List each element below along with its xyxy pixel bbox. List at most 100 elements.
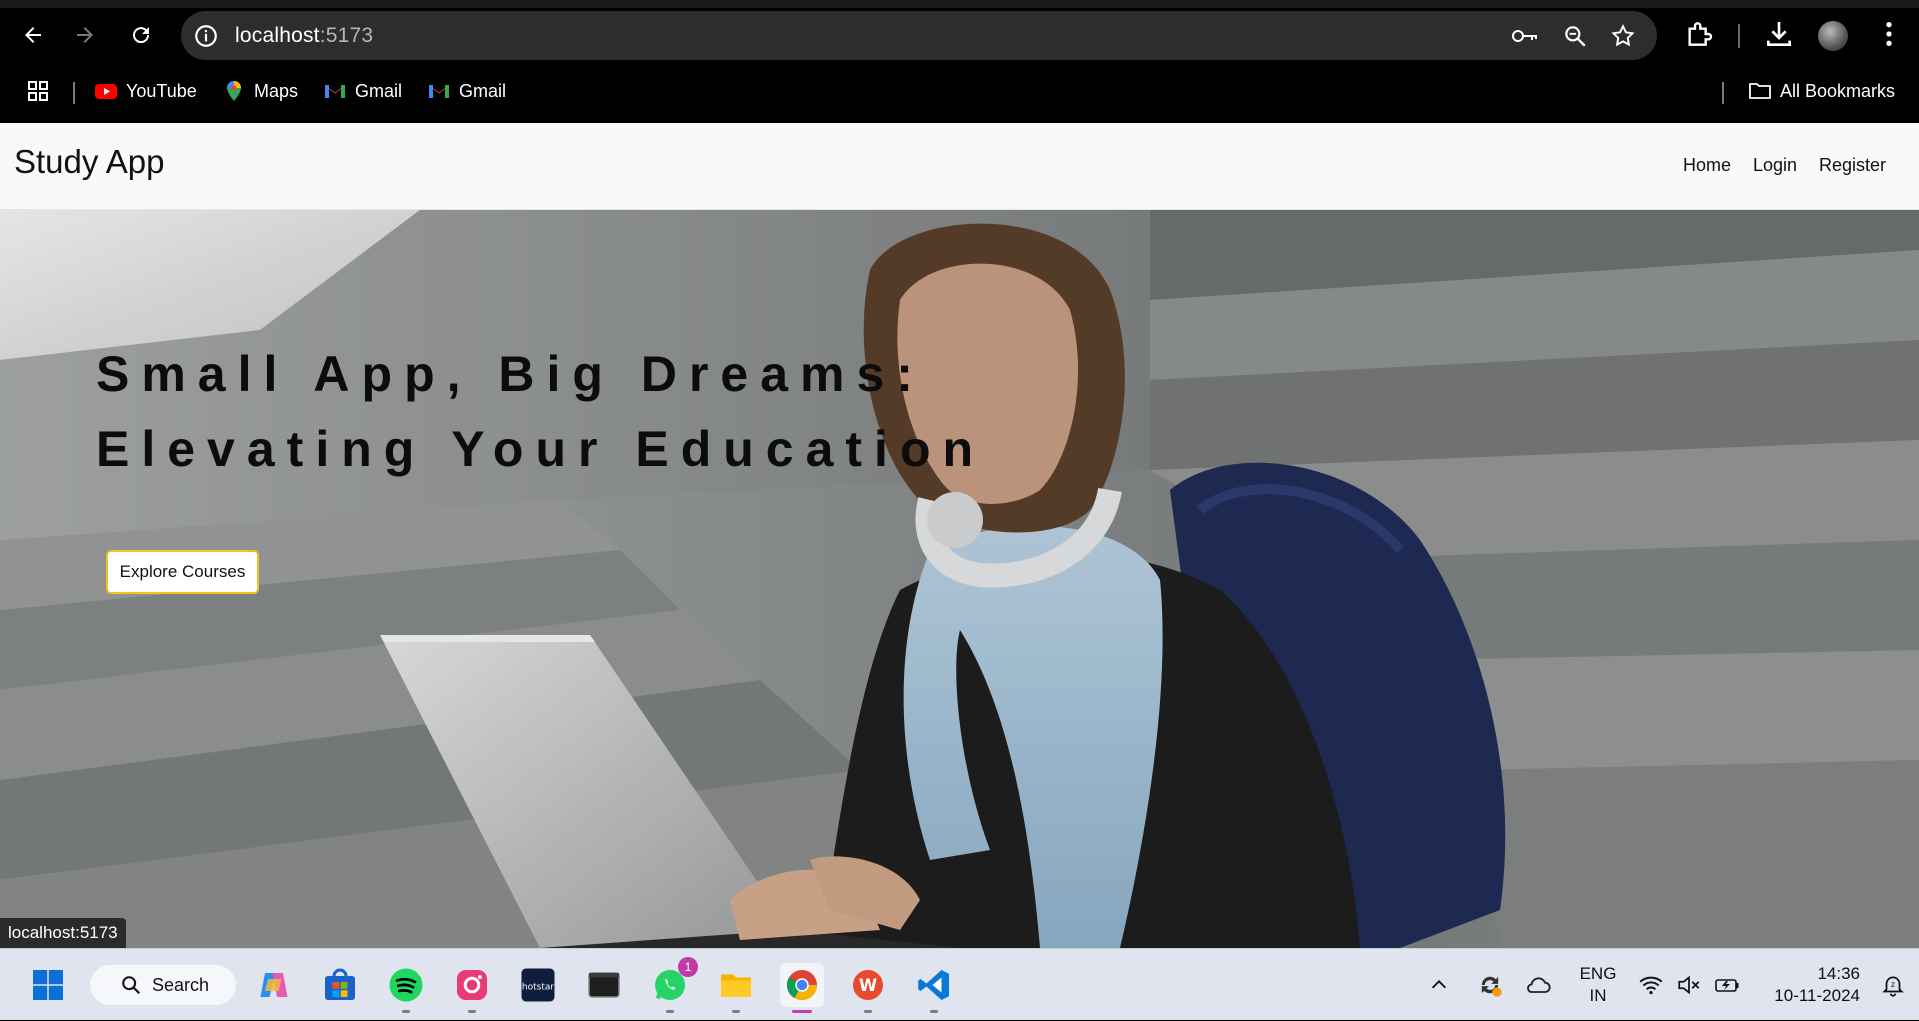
nav-login-link[interactable]: Login (1753, 155, 1797, 176)
search-icon (122, 976, 141, 995)
profile-avatar[interactable] (1818, 21, 1848, 51)
folder-icon (721, 974, 751, 997)
bookmark-label: YouTube (126, 80, 197, 101)
taskbar-chrome[interactable] (780, 963, 824, 1013)
hotstar-icon: hotstar (521, 968, 555, 1002)
svg-text:hotstar: hotstar (522, 983, 554, 993)
kebab-menu-icon[interactable] (1873, 18, 1905, 50)
folder-icon (1749, 83, 1771, 99)
running-indicator (792, 1010, 812, 1013)
gmail-icon (325, 85, 345, 98)
search-label: Search (152, 974, 210, 995)
web-page: Study App Home Login Register Small App,… (0, 123, 1919, 948)
running-indicator (732, 1010, 740, 1013)
zoom-icon[interactable] (1561, 23, 1589, 49)
youtube-icon (95, 84, 117, 99)
bookmark-star-icon[interactable] (1609, 23, 1637, 49)
clock[interactable]: 14:36 10-11-2024 (1760, 949, 1860, 1021)
start-button[interactable] (26, 963, 70, 1007)
bookmark-label: Gmail (459, 80, 507, 101)
arrow-right-icon (77, 27, 93, 43)
bookmark-gmail-1[interactable]: Gmail (323, 72, 402, 110)
bookmarks-bar: YouTube Maps Gmail Gmail All Bookmarks (0, 72, 1919, 110)
site-info-icon[interactable] (193, 23, 219, 49)
taskbar-hotstar[interactable]: hotstar (516, 963, 560, 1007)
notification-badge: 1 (678, 957, 698, 977)
taskbar-spotify[interactable] (384, 963, 428, 1013)
taskbar-store[interactable] (318, 963, 362, 1007)
address-bar[interactable]: localhost:5173 (181, 11, 1657, 60)
taskbar-wps-office[interactable]: W (846, 963, 890, 1013)
brand-logo[interactable]: Study App (14, 143, 164, 181)
chrome-icon (786, 970, 818, 1001)
url-text: localhost:5173 (235, 24, 374, 47)
back-button[interactable] (14, 16, 52, 54)
all-bookmarks-button[interactable]: All Bookmarks (1748, 72, 1895, 110)
taskbar-vscode[interactable] (912, 963, 956, 1013)
taskbar-search[interactable]: Search (90, 965, 236, 1005)
bookmarks-divider (1722, 82, 1724, 104)
arrow-left-icon (25, 27, 41, 43)
chevron-up-icon (1431, 980, 1447, 989)
sync-icon (1481, 976, 1502, 997)
download-icon[interactable] (1763, 18, 1795, 50)
hero-section: Small App, Big Dreams: Elevating Your Ed… (0, 210, 1919, 948)
tray-overflow-button[interactable] (1428, 949, 1450, 1021)
forward-button[interactable] (66, 16, 104, 54)
tray-onedrive[interactable] (1524, 949, 1552, 1021)
region-label: IN (1589, 986, 1607, 1005)
gmail-icon (429, 85, 449, 98)
running-indicator (930, 1010, 938, 1013)
svg-text:W: W (859, 976, 877, 995)
reload-button[interactable] (122, 16, 160, 54)
svg-text:z: z (1891, 980, 1895, 989)
language-indicator[interactable]: ENG IN (1578, 949, 1618, 1021)
notification-bell-icon: z (1882, 976, 1904, 997)
bookmark-gmail-2[interactable]: Gmail (427, 72, 506, 110)
bookmark-label: Maps (254, 80, 299, 101)
running-indicator (468, 1010, 476, 1013)
clock-date: 10-11-2024 (1774, 986, 1860, 1005)
terminal-icon (588, 972, 620, 998)
taskbar-whatsapp[interactable]: 1 (648, 957, 698, 1013)
toolbar-divider (1738, 24, 1740, 48)
bookmarks-divider (73, 82, 75, 104)
reload-icon (133, 27, 150, 44)
notification-center-button[interactable]: z (1880, 949, 1906, 1021)
apps-grid-icon (28, 81, 48, 101)
site-navbar: Study App Home Login Register (0, 123, 1919, 210)
apps-grid-button[interactable] (26, 72, 50, 110)
clock-time: 14:36 (1817, 964, 1860, 983)
language-label: ENG (1579, 964, 1617, 983)
extensions-icon[interactable] (1683, 18, 1715, 50)
explore-courses-button[interactable]: Explore Courses (106, 550, 259, 594)
hero-background-photo (0, 210, 1919, 948)
store-icon (325, 968, 355, 1000)
browser-chrome: localhost:5173 YouTube Maps Gmail Gmail (0, 0, 1919, 123)
taskbar-instagram[interactable] (450, 963, 494, 1013)
copilot-icon (260, 973, 288, 997)
tab-strip (0, 0, 1919, 8)
spotify-icon (389, 968, 423, 1002)
wps-office-icon: W (853, 970, 883, 1000)
bookmark-label: Gmail (355, 80, 403, 101)
windows-taskbar: Search hotstar 1 W ENG IN 14:36 10-11-20… (0, 948, 1919, 1020)
tray-sync[interactable] (1476, 949, 1504, 1021)
running-indicator (666, 1010, 674, 1013)
bookmark-youtube[interactable]: YouTube (94, 72, 197, 110)
cloud-icon (1527, 977, 1551, 993)
nav-register-link[interactable]: Register (1819, 155, 1886, 176)
bookmark-maps[interactable]: Maps (222, 72, 298, 110)
running-indicator (402, 1010, 410, 1013)
vscode-icon (918, 970, 949, 1000)
taskbar-copilot[interactable] (252, 963, 296, 1007)
taskbar-terminal[interactable] (582, 963, 626, 1007)
quick-settings[interactable] (1638, 949, 1742, 1021)
hero-headline-line-1: Small App, Big Dreams: (96, 346, 925, 402)
hero-headline-line-2: Elevating Your Education (96, 421, 986, 477)
nav-home-link[interactable]: Home (1683, 155, 1731, 176)
password-key-icon[interactable] (1511, 23, 1539, 49)
taskbar-file-explorer[interactable] (714, 963, 758, 1013)
instagram-icon (457, 970, 487, 1000)
all-bookmarks-label: All Bookmarks (1780, 80, 1896, 101)
